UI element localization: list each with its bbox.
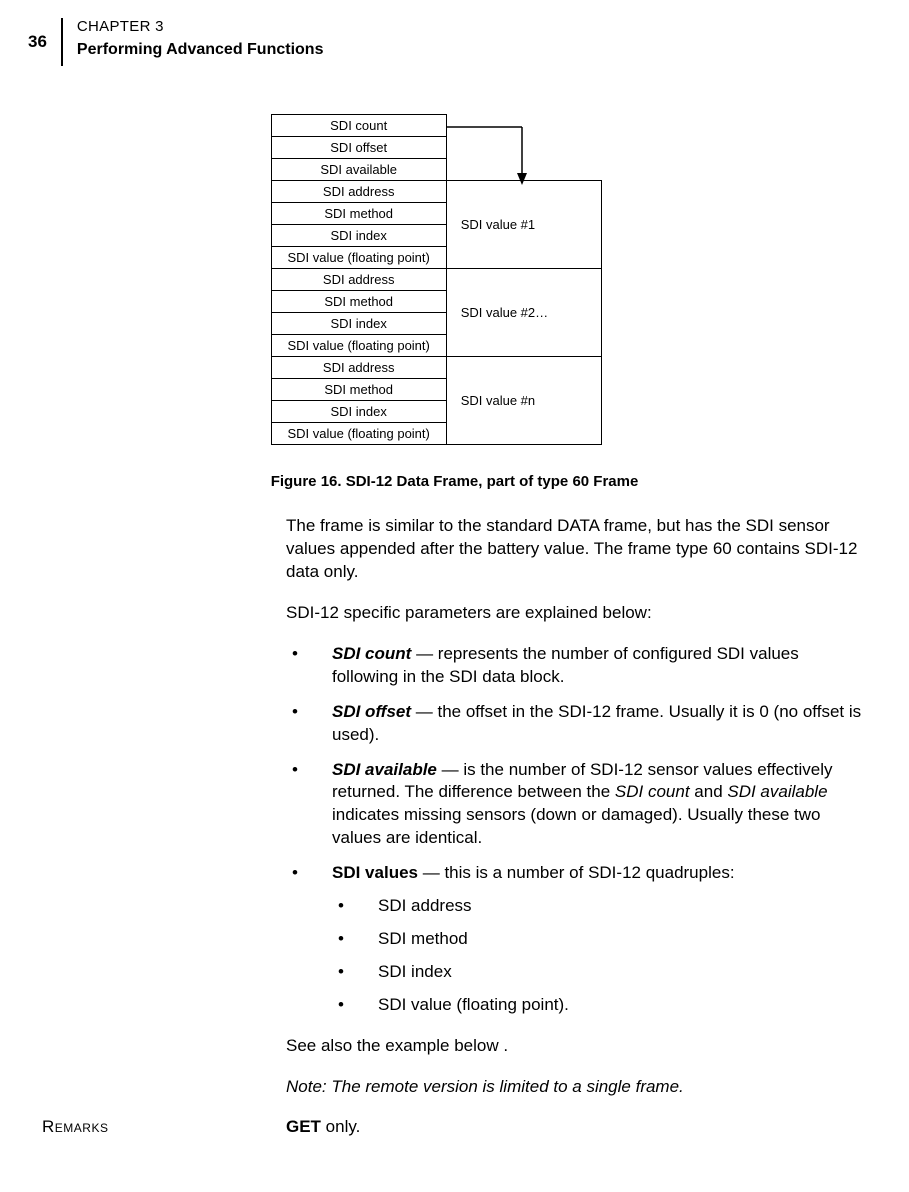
figure-caption: Figure 16. SDI-12 Data Frame, part of ty… (271, 473, 639, 490)
table-cell: SDI index (271, 401, 446, 423)
sub-list: SDI address SDI method SDI index SDI val… (332, 895, 867, 1017)
term-label: SDI offset (332, 702, 411, 721)
sdi-frame-table: SDI count SDI offset SDI available SDI a… (271, 114, 602, 445)
list-item: SDI index (332, 961, 867, 984)
list-item: SDI value (floating point). (332, 994, 867, 1017)
table-cell: SDI available (271, 159, 446, 181)
term-label: SDI count (332, 644, 411, 663)
section-title: Performing Advanced Functions (77, 41, 324, 59)
arrow-cell (446, 115, 601, 181)
remarks-bold: GET (286, 1117, 321, 1136)
list-item: SDI address (332, 895, 867, 918)
list-item: SDI available — is the number of SDI-12 … (286, 759, 867, 851)
list-item: SDI method (332, 928, 867, 951)
table-cell: SDI count (271, 115, 446, 137)
term-text: indicates missing sensors (down or damag… (332, 805, 821, 847)
paragraph: SDI-12 specific parameters are explained… (286, 602, 867, 625)
list-item: SDI offset — the offset in the SDI-12 fr… (286, 701, 867, 747)
table-cell: SDI offset (271, 137, 446, 159)
table-cell: SDI method (271, 291, 446, 313)
bullet-list: SDI count — represents the number of con… (286, 643, 867, 1017)
table-cell: SDI index (271, 225, 446, 247)
table-cell: SDI index (271, 313, 446, 335)
term-label: SDI available (332, 760, 437, 779)
table-cell: SDI address (271, 357, 446, 379)
remarks-label: Remarks (42, 1117, 286, 1137)
remarks-tail: only. (321, 1117, 360, 1136)
arrow-icon (447, 115, 602, 187)
table-cell: SDI address (271, 269, 446, 291)
page-header: 36 CHAPTER 3 Performing Advanced Functio… (0, 0, 909, 74)
table-cell: SDI value (floating point) (271, 247, 446, 269)
term-italic: SDI count (615, 782, 690, 801)
table-cell: SDI value #n (446, 357, 601, 445)
figure-16: SDI count SDI offset SDI available SDI a… (0, 114, 909, 491)
term-italic: SDI available (727, 782, 827, 801)
paragraph: See also the example below . (286, 1035, 867, 1058)
page-number: 36 (28, 32, 47, 52)
table-cell: SDI value (floating point) (271, 423, 446, 445)
table-cell: SDI value (floating point) (271, 335, 446, 357)
remarks-text: GET only. (286, 1117, 360, 1137)
term-label: SDI values (332, 863, 418, 882)
note-paragraph: Note: The remote version is limited to a… (286, 1076, 867, 1099)
term-text: and (690, 782, 728, 801)
list-item: SDI values — this is a number of SDI-12 … (286, 862, 867, 1017)
body-content: The frame is similar to the standard DAT… (286, 515, 867, 1099)
table-cell: SDI value #2… (446, 269, 601, 357)
table-cell: SDI address (271, 181, 446, 203)
table-cell: SDI method (271, 203, 446, 225)
table-cell: SDI value #1 (446, 181, 601, 269)
term-text: — the offset in the SDI-12 frame. Usuall… (332, 702, 861, 744)
remarks-row: Remarks GET only. (0, 1117, 909, 1137)
chapter-label: CHAPTER 3 (77, 18, 324, 35)
list-item: SDI count — represents the number of con… (286, 643, 867, 689)
term-text: — this is a number of SDI-12 quadruples: (418, 863, 735, 882)
paragraph: The frame is similar to the standard DAT… (286, 515, 867, 584)
table-cell: SDI method (271, 379, 446, 401)
